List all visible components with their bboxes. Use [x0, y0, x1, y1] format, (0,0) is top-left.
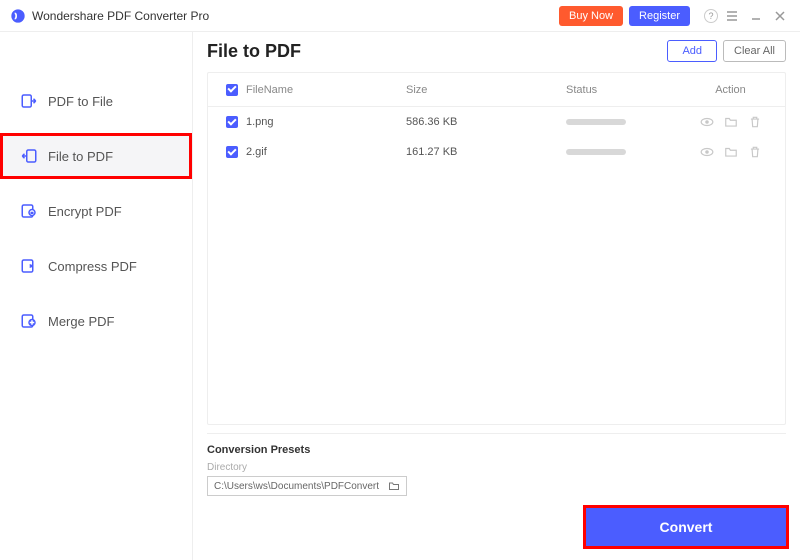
- encrypt-pdf-icon: [20, 202, 38, 220]
- pdf-to-file-icon: [20, 92, 38, 110]
- close-icon[interactable]: [770, 6, 790, 26]
- sidebar-item-encrypt-pdf[interactable]: Encrypt PDF: [0, 188, 192, 234]
- sidebar-item-label: Encrypt PDF: [48, 204, 122, 219]
- row-checkbox[interactable]: [226, 116, 238, 128]
- cell-filename: 2.gif: [246, 146, 406, 158]
- table-row: 1.png 586.36 KB: [208, 107, 785, 137]
- row-checkbox[interactable]: [226, 146, 238, 158]
- open-folder-icon[interactable]: [724, 115, 738, 129]
- status-bar: [566, 119, 626, 125]
- menu-icon[interactable]: [722, 6, 742, 26]
- directory-label: Directory: [207, 462, 786, 473]
- sidebar-item-label: Compress PDF: [48, 259, 137, 274]
- buy-now-button[interactable]: Buy Now: [559, 6, 623, 26]
- sidebar-item-file-to-pdf[interactable]: File to PDF: [0, 133, 192, 179]
- select-all-checkbox[interactable]: [226, 84, 238, 96]
- sidebar-item-label: Merge PDF: [48, 314, 114, 329]
- column-header-status: Status: [566, 84, 686, 96]
- compress-pdf-icon: [20, 257, 38, 275]
- conversion-presets: Conversion Presets Directory C:\Users\ws…: [207, 433, 786, 496]
- help-icon[interactable]: ?: [704, 9, 718, 23]
- cell-size: 586.36 KB: [406, 116, 566, 128]
- sidebar-item-label: PDF to File: [48, 94, 113, 109]
- delete-icon[interactable]: [748, 115, 762, 129]
- column-header-size: Size: [406, 84, 566, 96]
- register-button[interactable]: Register: [629, 6, 690, 26]
- directory-input[interactable]: C:\Users\ws\Documents\PDFConvert: [207, 476, 407, 496]
- add-button[interactable]: Add: [667, 40, 717, 62]
- column-header-action: Action: [686, 84, 775, 96]
- preview-icon[interactable]: [700, 115, 714, 129]
- presets-title: Conversion Presets: [207, 444, 786, 456]
- sidebar-item-compress-pdf[interactable]: Compress PDF: [0, 243, 192, 289]
- open-folder-icon[interactable]: [724, 145, 738, 159]
- column-header-filename: FileName: [246, 84, 406, 96]
- table-row: 2.gif 161.27 KB: [208, 137, 785, 167]
- merge-pdf-icon: [20, 312, 38, 330]
- convert-button[interactable]: Convert: [586, 508, 786, 546]
- clear-all-button[interactable]: Clear All: [723, 40, 786, 62]
- page-title: File to PDF: [207, 41, 661, 62]
- cell-size: 161.27 KB: [406, 146, 566, 158]
- status-bar: [566, 149, 626, 155]
- directory-value: C:\Users\ws\Documents\PDFConvert: [214, 481, 388, 492]
- sidebar-item-label: File to PDF: [48, 149, 113, 164]
- app-logo-icon: [10, 8, 26, 24]
- delete-icon[interactable]: [748, 145, 762, 159]
- app-title: Wondershare PDF Converter Pro: [32, 9, 559, 23]
- preview-icon[interactable]: [700, 145, 714, 159]
- sidebar-item-pdf-to-file[interactable]: PDF to File: [0, 78, 192, 124]
- browse-folder-icon[interactable]: [388, 480, 400, 492]
- sidebar-item-merge-pdf[interactable]: Merge PDF: [0, 298, 192, 344]
- cell-filename: 1.png: [246, 116, 406, 128]
- file-to-pdf-icon: [20, 147, 38, 165]
- minimize-icon[interactable]: [746, 6, 766, 26]
- sidebar: PDF to File File to PDF Encrypt PDF Comp…: [0, 32, 193, 560]
- file-table: FileName Size Status Action 1.png 586.36…: [207, 72, 786, 425]
